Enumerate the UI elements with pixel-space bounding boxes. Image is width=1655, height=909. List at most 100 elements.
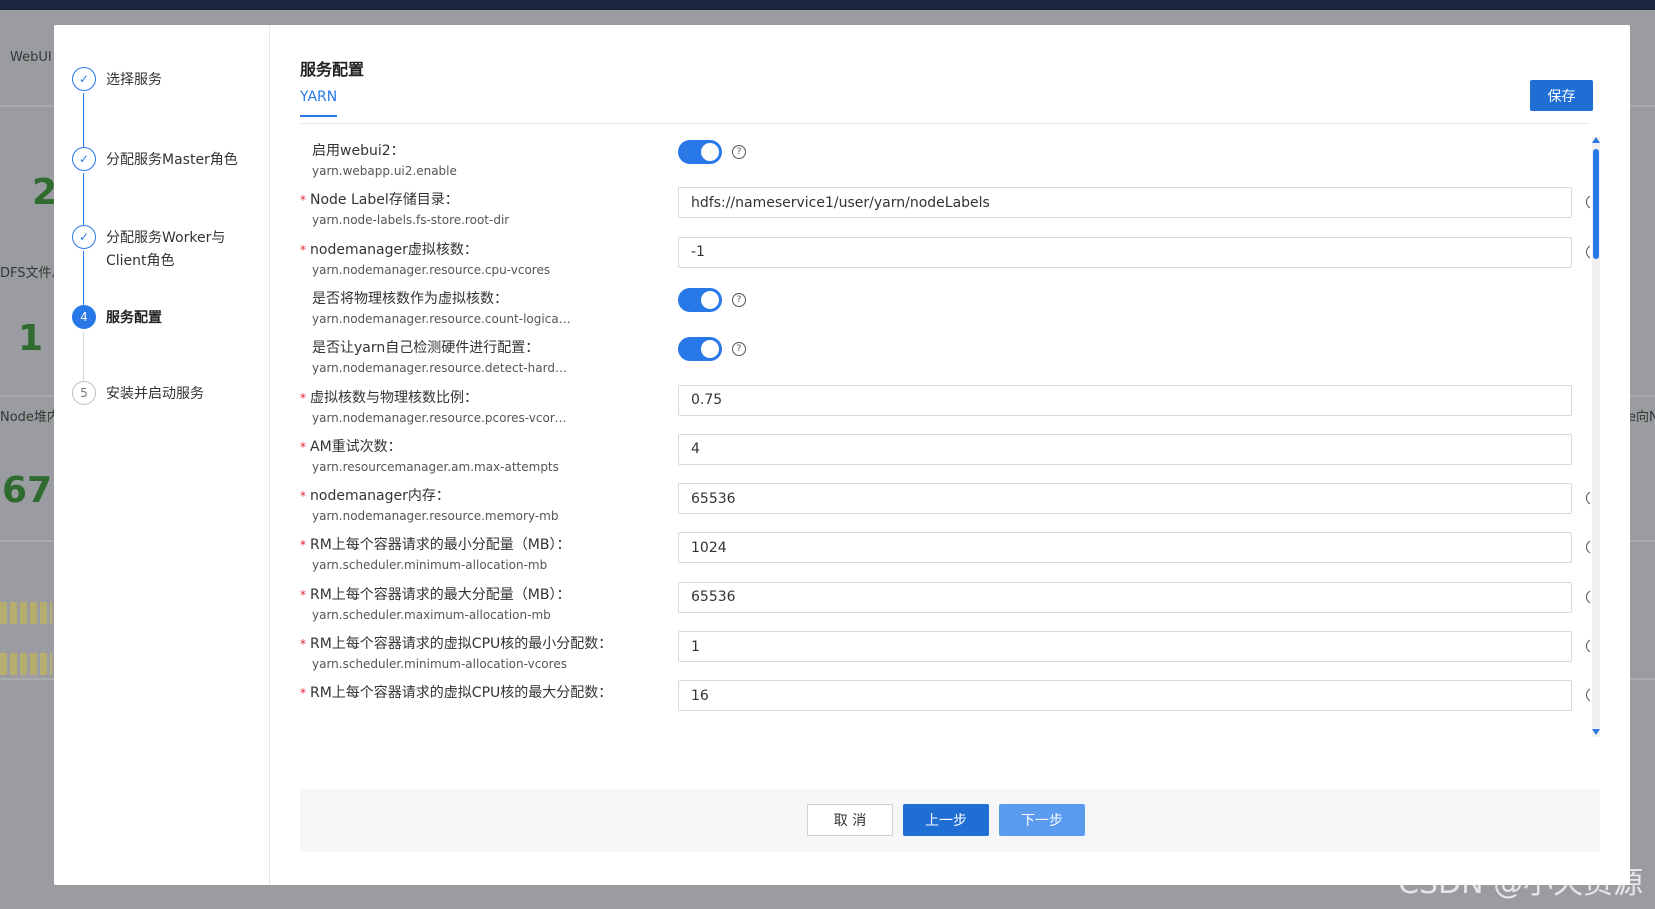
field-label-text: nodemanager虚拟核数： (310, 241, 478, 258)
field-label: * AM重试次数： (300, 436, 402, 456)
step-label: 分配服务Worker与Client角色 (106, 230, 226, 269)
config-row: * AM重试次数： yarn.resourcemanager.am.max-atte… (300, 433, 1590, 485)
config-input[interactable] (678, 680, 1572, 712)
question-circle-icon[interactable]: ? (1586, 491, 1590, 506)
required-marker: * (300, 390, 306, 405)
background-bars (0, 602, 52, 624)
step-label: 安装并启动服务 (106, 386, 204, 402)
question-circle-icon[interactable]: ? (1586, 589, 1590, 604)
scroll-up-icon[interactable] (1592, 137, 1600, 143)
config-input[interactable] (678, 631, 1572, 662)
scroll-thumb[interactable] (1593, 149, 1599, 259)
field-label: 是否让yarn自己检测硬件进行配置： (300, 337, 539, 357)
config-row: 是否让yarn自己检测硬件进行配置： yarn.nodemanager.resou… (300, 334, 1590, 386)
field-key: yarn.nodemanager.resource.pcores-vcores-… (312, 410, 572, 425)
config-row: 启用webui2： yarn.webapp.ui2.enable? (300, 137, 1590, 189)
config-input[interactable] (678, 236, 1572, 268)
field-label: * nodemanager虚拟核数： (300, 239, 478, 259)
toggle-switch[interactable] (678, 337, 722, 362)
field-key: yarn.nodemanager.resource.count-logical-… (312, 311, 572, 326)
field-key: yarn.scheduler.minimum-allocation-vcores (312, 657, 567, 671)
field-key: yarn.webapp.ui2.enable (312, 164, 457, 178)
config-input[interactable] (678, 483, 1572, 515)
field-label-text: 虚拟核数与物理核数比例： (310, 389, 478, 406)
background-bars (0, 653, 52, 675)
question-circle-icon[interactable]: ? (1586, 688, 1590, 703)
question-circle-icon[interactable]: ? (1586, 639, 1590, 653)
required-marker: * (300, 242, 306, 257)
config-input[interactable] (678, 532, 1572, 564)
scroll-down-icon[interactable] (1592, 729, 1600, 735)
field-key: yarn.node-labels.fs-store.root-dir (312, 213, 510, 228)
required-marker: * (300, 439, 306, 454)
field-label-text: RM上每个容器请求的虚拟CPU核的最大分配数： (310, 685, 613, 702)
config-row: 是否将物理核数作为虚拟核数： yarn.nodemanager.resource.… (300, 285, 1590, 337)
check-icon: ✓ (72, 67, 96, 91)
field-label: 是否将物理核数作为虚拟核数： (300, 288, 508, 308)
background-number: 67 (2, 470, 53, 511)
field-label-text: 启用webui2： (312, 143, 405, 159)
field-key: yarn.resourcemanager.am.max-attempts (312, 459, 559, 474)
step-connector (83, 173, 84, 228)
question-circle-icon[interactable]: ? (1586, 195, 1590, 210)
field-label: * 虚拟核数与物理核数比例： (300, 387, 478, 407)
background-label: Node堆内 (0, 410, 60, 425)
field-label-text: RM上每个容器请求的虚拟CPU核的最小分配数： (310, 636, 613, 652)
field-key: yarn.scheduler.maximum-allocation-mb (312, 607, 551, 622)
question-circle-icon[interactable]: ? (1586, 244, 1590, 259)
watermark: CSDN @小天资源 (1398, 866, 1644, 901)
form-scrollbar[interactable] (1592, 137, 1600, 737)
cancel-button[interactable]: 取 消 (807, 804, 893, 836)
field-label: * nodemanager内存： (300, 485, 450, 505)
config-row: * RM上每个容器请求的虚拟CPU核的最大分配数：? (300, 679, 1590, 731)
step-connector (83, 332, 84, 387)
config-input[interactable] (678, 581, 1572, 613)
config-input[interactable] (678, 187, 1572, 219)
next-step-button[interactable]: 下一步 (999, 804, 1085, 836)
question-circle-icon[interactable]: ? (732, 292, 746, 307)
config-row: * RM上每个容器请求的最小分配量（MB）： yarn.scheduler.mini… (300, 531, 1590, 583)
field-label-text: Node Label存储目录： (310, 192, 459, 209)
check-icon: ✓ (72, 147, 96, 171)
check-icon: ✓ (72, 225, 96, 249)
config-row: * nodemanager内存： yarn.nodemanager.resource… (300, 482, 1590, 534)
config-content: 服务配置 YARN 保存 启用webui2： yarn.webapp.ui2.en… (300, 25, 1630, 885)
tab-yarn[interactable]: YARN (300, 89, 338, 117)
question-circle-icon[interactable]: ? (1586, 540, 1590, 555)
field-label: * RM上每个容器请求的虚拟CPU核的最小分配数： (300, 633, 612, 653)
config-input[interactable] (678, 384, 1572, 416)
field-label: * RM上每个容器请求的最小分配量（MB）： (300, 534, 571, 554)
field-label: 启用webui2： (300, 140, 405, 160)
field-label-text: nodemanager内存： (310, 488, 450, 505)
step-label: 选择服务 (106, 72, 162, 88)
step-label: 服务配置 (106, 310, 162, 326)
config-form: 启用webui2： yarn.webapp.ui2.enable? * Node La… (300, 137, 1590, 737)
question-circle-icon[interactable]: ? (732, 145, 746, 159)
field-key: yarn.nodemanager.resource.memory-mb (312, 509, 559, 524)
config-input[interactable] (678, 433, 1572, 465)
required-marker: * (300, 193, 306, 208)
background-topbar (0, 0, 1655, 10)
config-row: * RM上每个容器请求的最大分配量（MB）： yarn.scheduler.maxi… (300, 581, 1590, 633)
field-label-text: 是否将物理核数作为虚拟核数： (312, 290, 508, 307)
previous-step-button[interactable]: 上一步 (903, 804, 989, 836)
field-label-text: 是否让yarn自己检测硬件进行配置： (312, 340, 540, 357)
wizard-steps: ✓ 选择服务 ✓ 分配服务Master角色 ✓ 分配服务Worker与Clien… (54, 25, 270, 885)
toggle-switch[interactable] (678, 287, 722, 312)
toggle-switch[interactable] (678, 140, 722, 164)
required-marker: * (300, 686, 306, 701)
required-marker: * (300, 538, 306, 553)
field-label-text: RM上每个容器请求的最小分配量（MB）： (310, 537, 571, 554)
config-row: * Node Label存储目录： yarn.node-labels.fs-stor… (300, 186, 1590, 238)
config-row: * nodemanager虚拟核数： yarn.nodemanager.resour… (300, 236, 1590, 288)
wizard-footer: 取 消 上一步 下一步 (300, 789, 1600, 852)
save-button[interactable]: 保存 (1530, 80, 1593, 111)
config-row: * RM上每个容器请求的虚拟CPU核的最小分配数： yarn.scheduler.m… (300, 630, 1590, 682)
field-key: yarn.scheduler.minimum-allocation-mb (312, 558, 548, 573)
step-connector (83, 93, 84, 151)
required-marker: * (300, 637, 306, 651)
field-label-text: AM重试次数： (310, 438, 402, 455)
question-circle-icon[interactable]: ? (732, 342, 746, 357)
required-marker: * (300, 587, 306, 602)
field-label-text: RM上每个容器请求的最大分配量（MB）： (310, 586, 571, 603)
